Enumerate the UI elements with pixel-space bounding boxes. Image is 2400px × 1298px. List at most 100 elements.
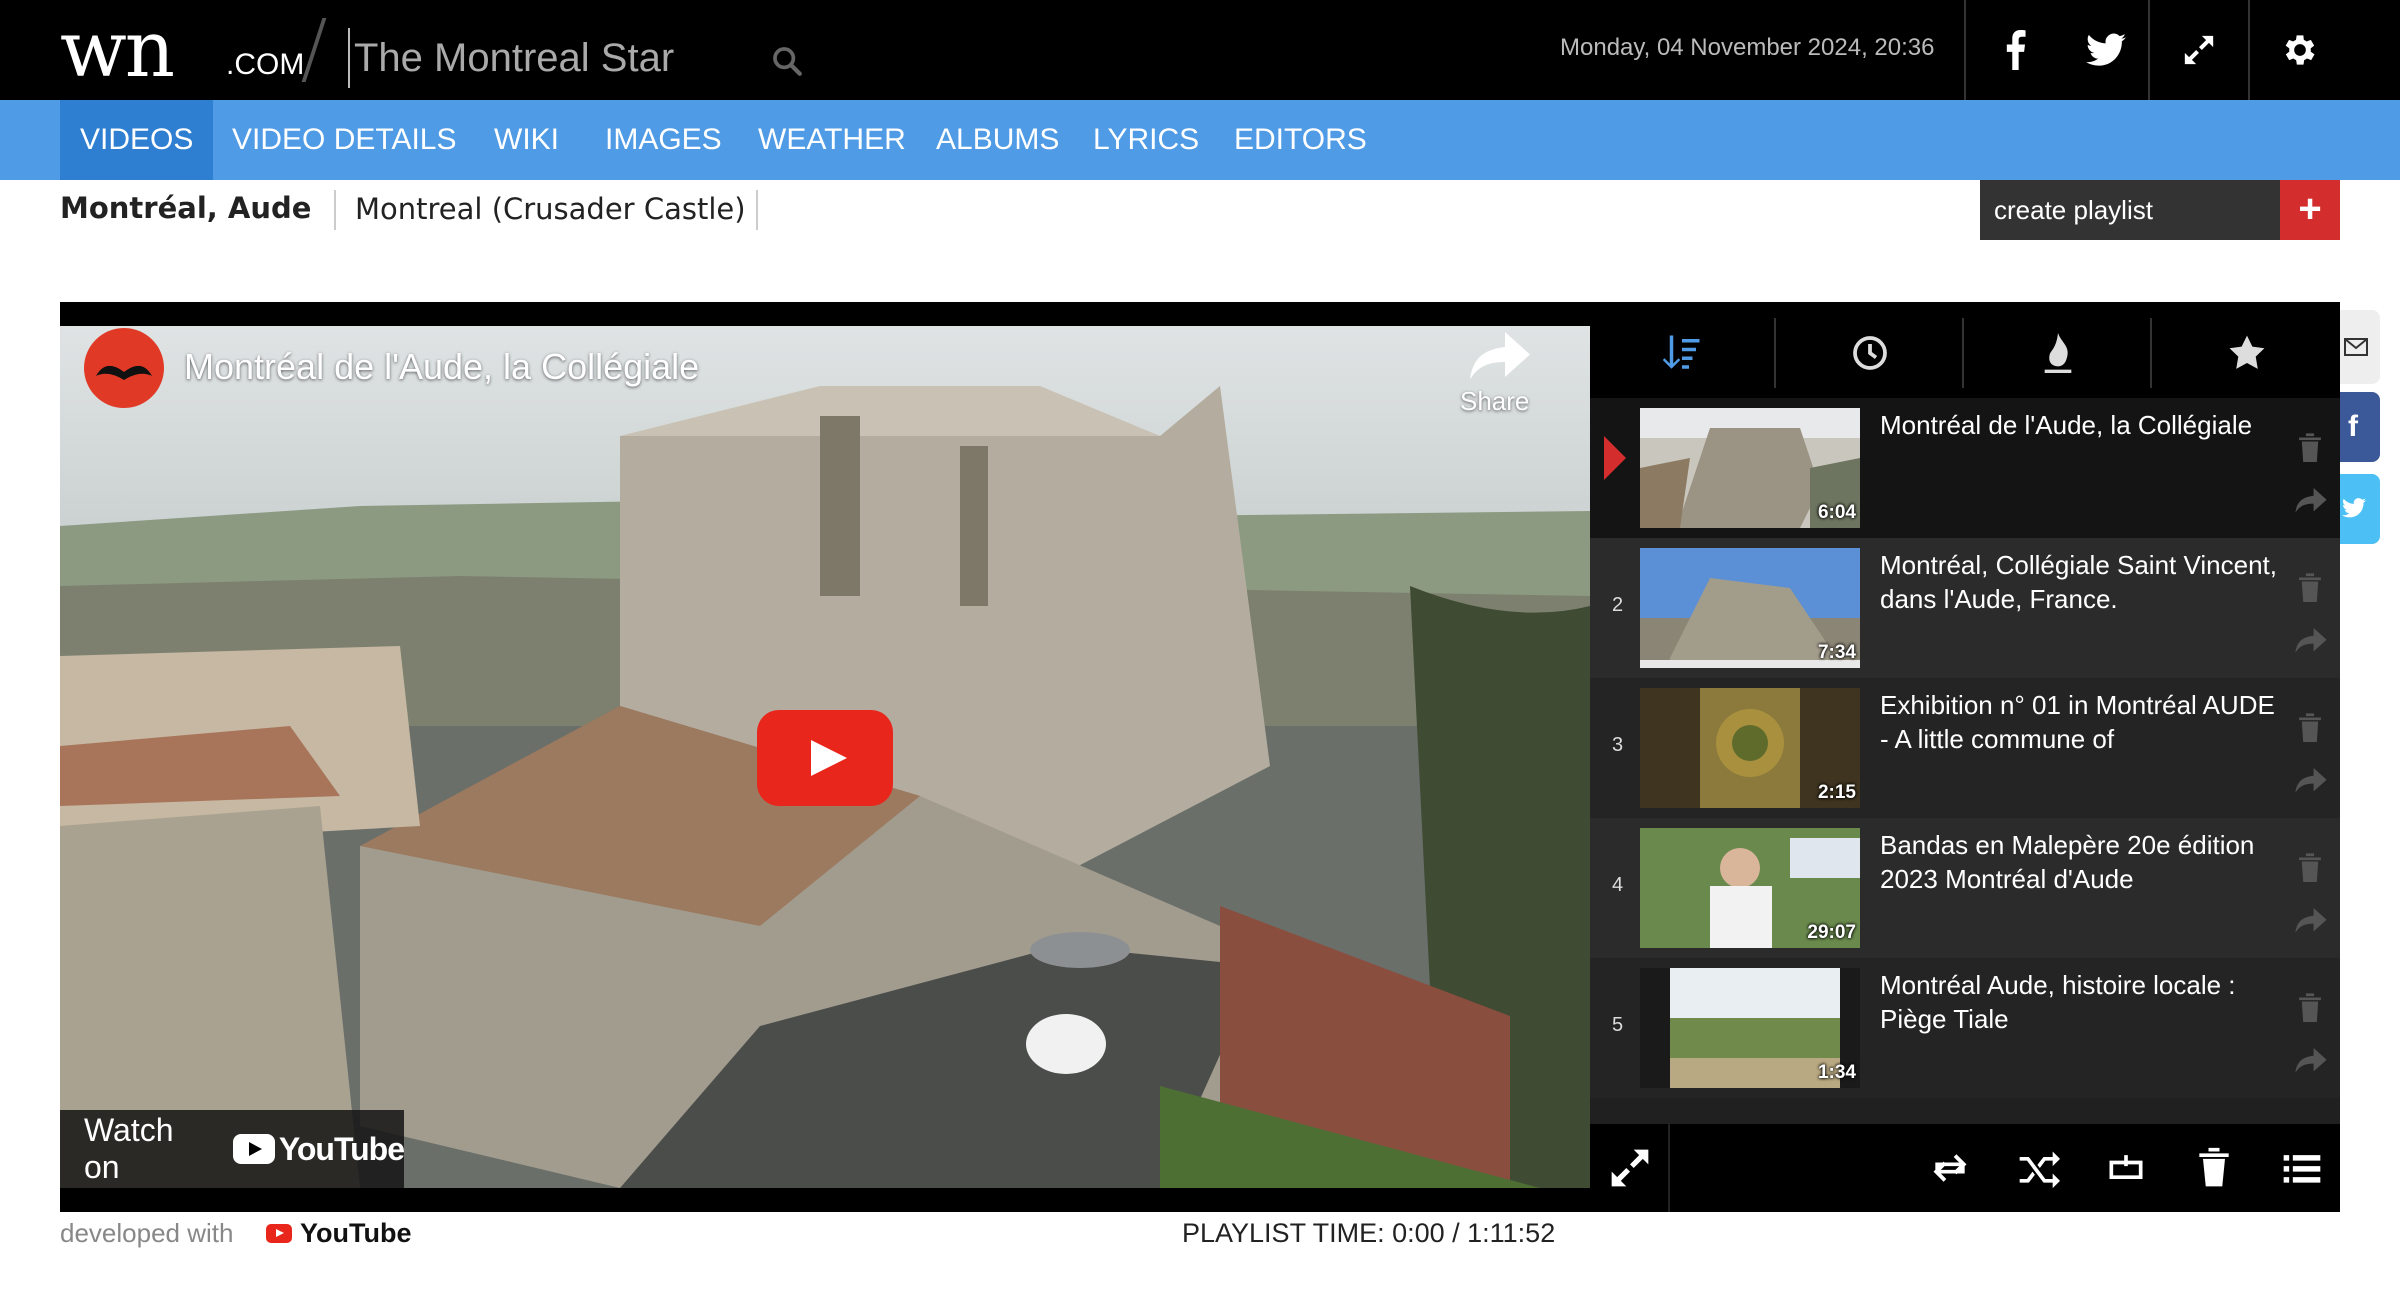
playlist-sort-tabs [1590, 302, 2340, 398]
loop-one-icon[interactable] [2104, 1146, 2148, 1190]
playlist-thumbnail[interactable]: 7:34 [1640, 548, 1860, 668]
nav-wiki[interactable]: WIKI [474, 100, 579, 180]
breadcrumb-divider [334, 190, 336, 230]
mail-icon [2344, 338, 2368, 356]
tab-popular[interactable] [1966, 318, 2152, 388]
playlist-item[interactable]: 5 1:34 Montréal Aude, histoire locale : … [1590, 958, 2340, 1098]
nav-videos[interactable]: VIDEOS [60, 100, 214, 180]
nav-images[interactable]: IMAGES [585, 100, 742, 180]
breadcrumb-secondary[interactable]: Montreal (Crusader Castle) [355, 192, 746, 226]
star-icon [2229, 335, 2265, 369]
current-datetime: Monday, 04 November 2024, 20:36 [1560, 34, 1935, 61]
playlist-item-title[interactable]: Montréal Aude, histoire locale : Piège T… [1880, 968, 2280, 1036]
playlist-item-title[interactable]: Montréal de l'Aude, la Collégiale [1880, 408, 2280, 442]
settings-button[interactable] [2248, 0, 2350, 100]
logo-divider [301, 18, 327, 82]
tab-sort-order[interactable] [1590, 318, 1776, 388]
share-icon[interactable] [2294, 908, 2328, 934]
duration-label: 7:34 [1817, 642, 1856, 663]
playlist-panel: 6:04 Montréal de l'Aude, la Collégiale 2… [1590, 302, 2340, 1212]
trash-icon[interactable] [2296, 572, 2324, 602]
playlist-thumbnail[interactable]: 2:15 [1640, 688, 1860, 808]
expand-icon [2184, 35, 2214, 65]
playlist-thumbnail[interactable]: 1:34 [1640, 968, 1860, 1088]
duration-label: 6:04 [1817, 502, 1856, 523]
playlist-item[interactable]: 6:04 Montréal de l'Aude, la Collégiale [1590, 398, 2340, 538]
youtube-play-icon [232, 1134, 275, 1164]
share-facebook-button[interactable]: f [2340, 392, 2380, 462]
youtube-logo: YouTube [232, 1131, 405, 1168]
playlist-thumbnail[interactable]: 6:04 [1640, 408, 1860, 528]
share-email-button[interactable] [2340, 310, 2380, 384]
playlist-item-title[interactable]: Montréal, Collégiale Saint Vincent, dans… [1880, 548, 2280, 616]
nav-editors[interactable]: EDITORS [1214, 100, 1387, 180]
playlist-item-number: 4 [1612, 874, 1624, 896]
nav-albums[interactable]: ALBUMS [916, 100, 1079, 180]
list-icon[interactable] [2280, 1146, 2324, 1190]
facebook-button[interactable] [1964, 0, 2064, 100]
watch-on-youtube-button[interactable]: Watch on YouTube [60, 1110, 405, 1188]
tab-favorites[interactable] [2154, 318, 2340, 388]
wn-logo[interactable]: wn [60, 8, 175, 92]
duration-label: 1:34 [1817, 1062, 1856, 1083]
mustache-icon [96, 365, 152, 380]
play-button[interactable] [757, 710, 893, 806]
share-icon[interactable] [2294, 1048, 2328, 1074]
watch-on-label: Watch on [84, 1112, 174, 1185]
duration-label: 29:07 [1807, 922, 1856, 943]
nav-weather[interactable]: WEATHER [738, 100, 926, 180]
twitter-button[interactable] [2064, 0, 2148, 100]
clear-playlist-icon[interactable] [2192, 1146, 2236, 1190]
playlist-time: PLAYLIST TIME: 0:00 / 1:11:52 [1182, 1218, 1556, 1248]
breadcrumb-primary[interactable]: Montréal, Aude [60, 191, 311, 225]
video-title[interactable]: Montréal de l'Aude, la Collégiale [184, 346, 699, 388]
playlist-item-number: 5 [1612, 1014, 1624, 1036]
channel-avatar[interactable] [84, 328, 164, 408]
playlist-item-number: 2 [1612, 594, 1624, 616]
youtube-link[interactable]: YouTube [266, 1218, 411, 1249]
share-icon[interactable] [2294, 768, 2328, 794]
repeat-icon[interactable] [1928, 1146, 1972, 1190]
flame-icon [2044, 333, 2072, 373]
expand-icon[interactable] [1608, 1146, 1652, 1190]
breadcrumb-divider [756, 190, 758, 230]
share-twitter-button[interactable] [2340, 474, 2380, 544]
facebook-icon [2006, 30, 2026, 70]
shuffle-icon[interactable] [2016, 1146, 2060, 1190]
duration-label: 2:15 [1817, 782, 1856, 803]
controls-divider [1668, 1124, 1670, 1212]
now-playing-icon [1604, 436, 1626, 480]
site-search-input[interactable] [348, 28, 768, 88]
nav-lyrics[interactable]: LYRICS [1073, 100, 1219, 180]
playlist-thumbnail[interactable]: 29:07 [1640, 828, 1860, 948]
playlist-item[interactable]: 4 29:07 Bandas en Malepère 20e édition 2… [1590, 818, 2340, 958]
share-icon[interactable] [2294, 488, 2328, 514]
tab-recent[interactable] [1778, 318, 1964, 388]
main-nav: VIDEOS VIDEO DETAILS WIKI IMAGES WEATHER… [0, 100, 2400, 180]
twitter-icon [2342, 498, 2366, 518]
logo-com[interactable]: .COM [226, 48, 304, 82]
video-player[interactable]: Montréal de l'Aude, la Collégiale Share … [60, 326, 1590, 1188]
search-icon[interactable] [770, 44, 804, 78]
fullscreen-button[interactable] [2148, 0, 2248, 100]
playlist-item[interactable]: 2 7:34 Montréal, Collégiale Saint Vincen… [1590, 538, 2340, 678]
top-bar: wn .COM Monday, 04 November 2024, 20:36 [0, 0, 2400, 100]
nav-video-details[interactable]: VIDEO DETAILS [212, 100, 477, 180]
trash-icon[interactable] [2296, 432, 2324, 462]
youtube-play-icon [266, 1224, 292, 1243]
playlist-item-title[interactable]: Exhibition n° 01 in Montréal AUDE - A li… [1880, 688, 2280, 756]
clock-icon [1853, 336, 1887, 370]
share-label[interactable]: Share [1460, 386, 1529, 417]
twitter-icon [2086, 33, 2126, 66]
gear-icon [2285, 35, 2315, 65]
share-icon[interactable] [1470, 332, 1530, 382]
create-playlist-plus-button[interactable]: + [2280, 180, 2340, 240]
trash-icon[interactable] [2296, 852, 2324, 882]
share-icon[interactable] [2294, 628, 2328, 654]
trash-icon[interactable] [2296, 712, 2324, 742]
playlist-controls [1590, 1124, 2340, 1212]
playlist-item[interactable]: 3 2:15 Exhibition n° 01 in Montréal AUDE… [1590, 678, 2340, 818]
trash-icon[interactable] [2296, 992, 2324, 1022]
playlist-item-title[interactable]: Bandas en Malepère 20e édition 2023 Mont… [1880, 828, 2280, 896]
playlist-item-number: 3 [1612, 734, 1624, 756]
